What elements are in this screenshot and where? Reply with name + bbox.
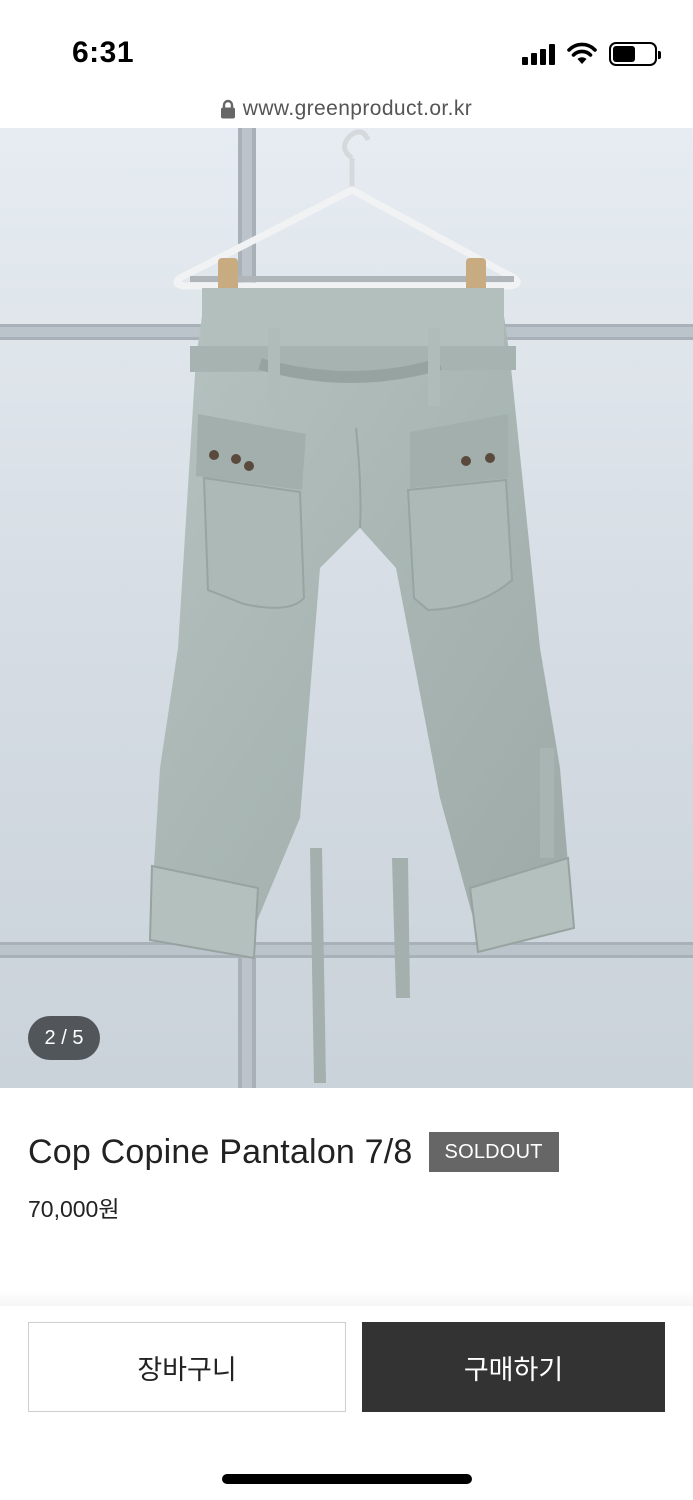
home-indicator[interactable] bbox=[222, 1474, 472, 1484]
divider bbox=[0, 1290, 693, 1306]
status-time: 6:31 bbox=[72, 36, 135, 69]
url-text: www.greenproduct.or.kr bbox=[242, 97, 473, 120]
product-name: Cop Copine Pantalon 7/8 bbox=[28, 1132, 413, 1171]
product-photo bbox=[0, 128, 693, 1088]
soldout-badge: SOLDOUT bbox=[428, 1132, 559, 1172]
product-price: 70,000원 bbox=[28, 1196, 120, 1222]
image-counter: 2 / 5 bbox=[28, 1016, 100, 1060]
buy-now-button[interactable]: 구매하기 bbox=[362, 1322, 665, 1412]
url-bar[interactable]: www.greenproduct.or.kr bbox=[0, 90, 693, 128]
lock-icon bbox=[220, 99, 235, 119]
status-icons bbox=[522, 40, 661, 68]
status-bar: 6:31 bbox=[0, 0, 693, 90]
battery-icon bbox=[609, 42, 661, 66]
product-image[interactable] bbox=[0, 128, 693, 1088]
add-to-cart-button[interactable]: 장바구니 bbox=[28, 1322, 346, 1412]
signal-icon bbox=[522, 43, 555, 65]
product-title-row: Cop Copine Pantalon 7/8 SOLDOUT bbox=[28, 1130, 559, 1174]
wifi-icon bbox=[567, 42, 597, 64]
